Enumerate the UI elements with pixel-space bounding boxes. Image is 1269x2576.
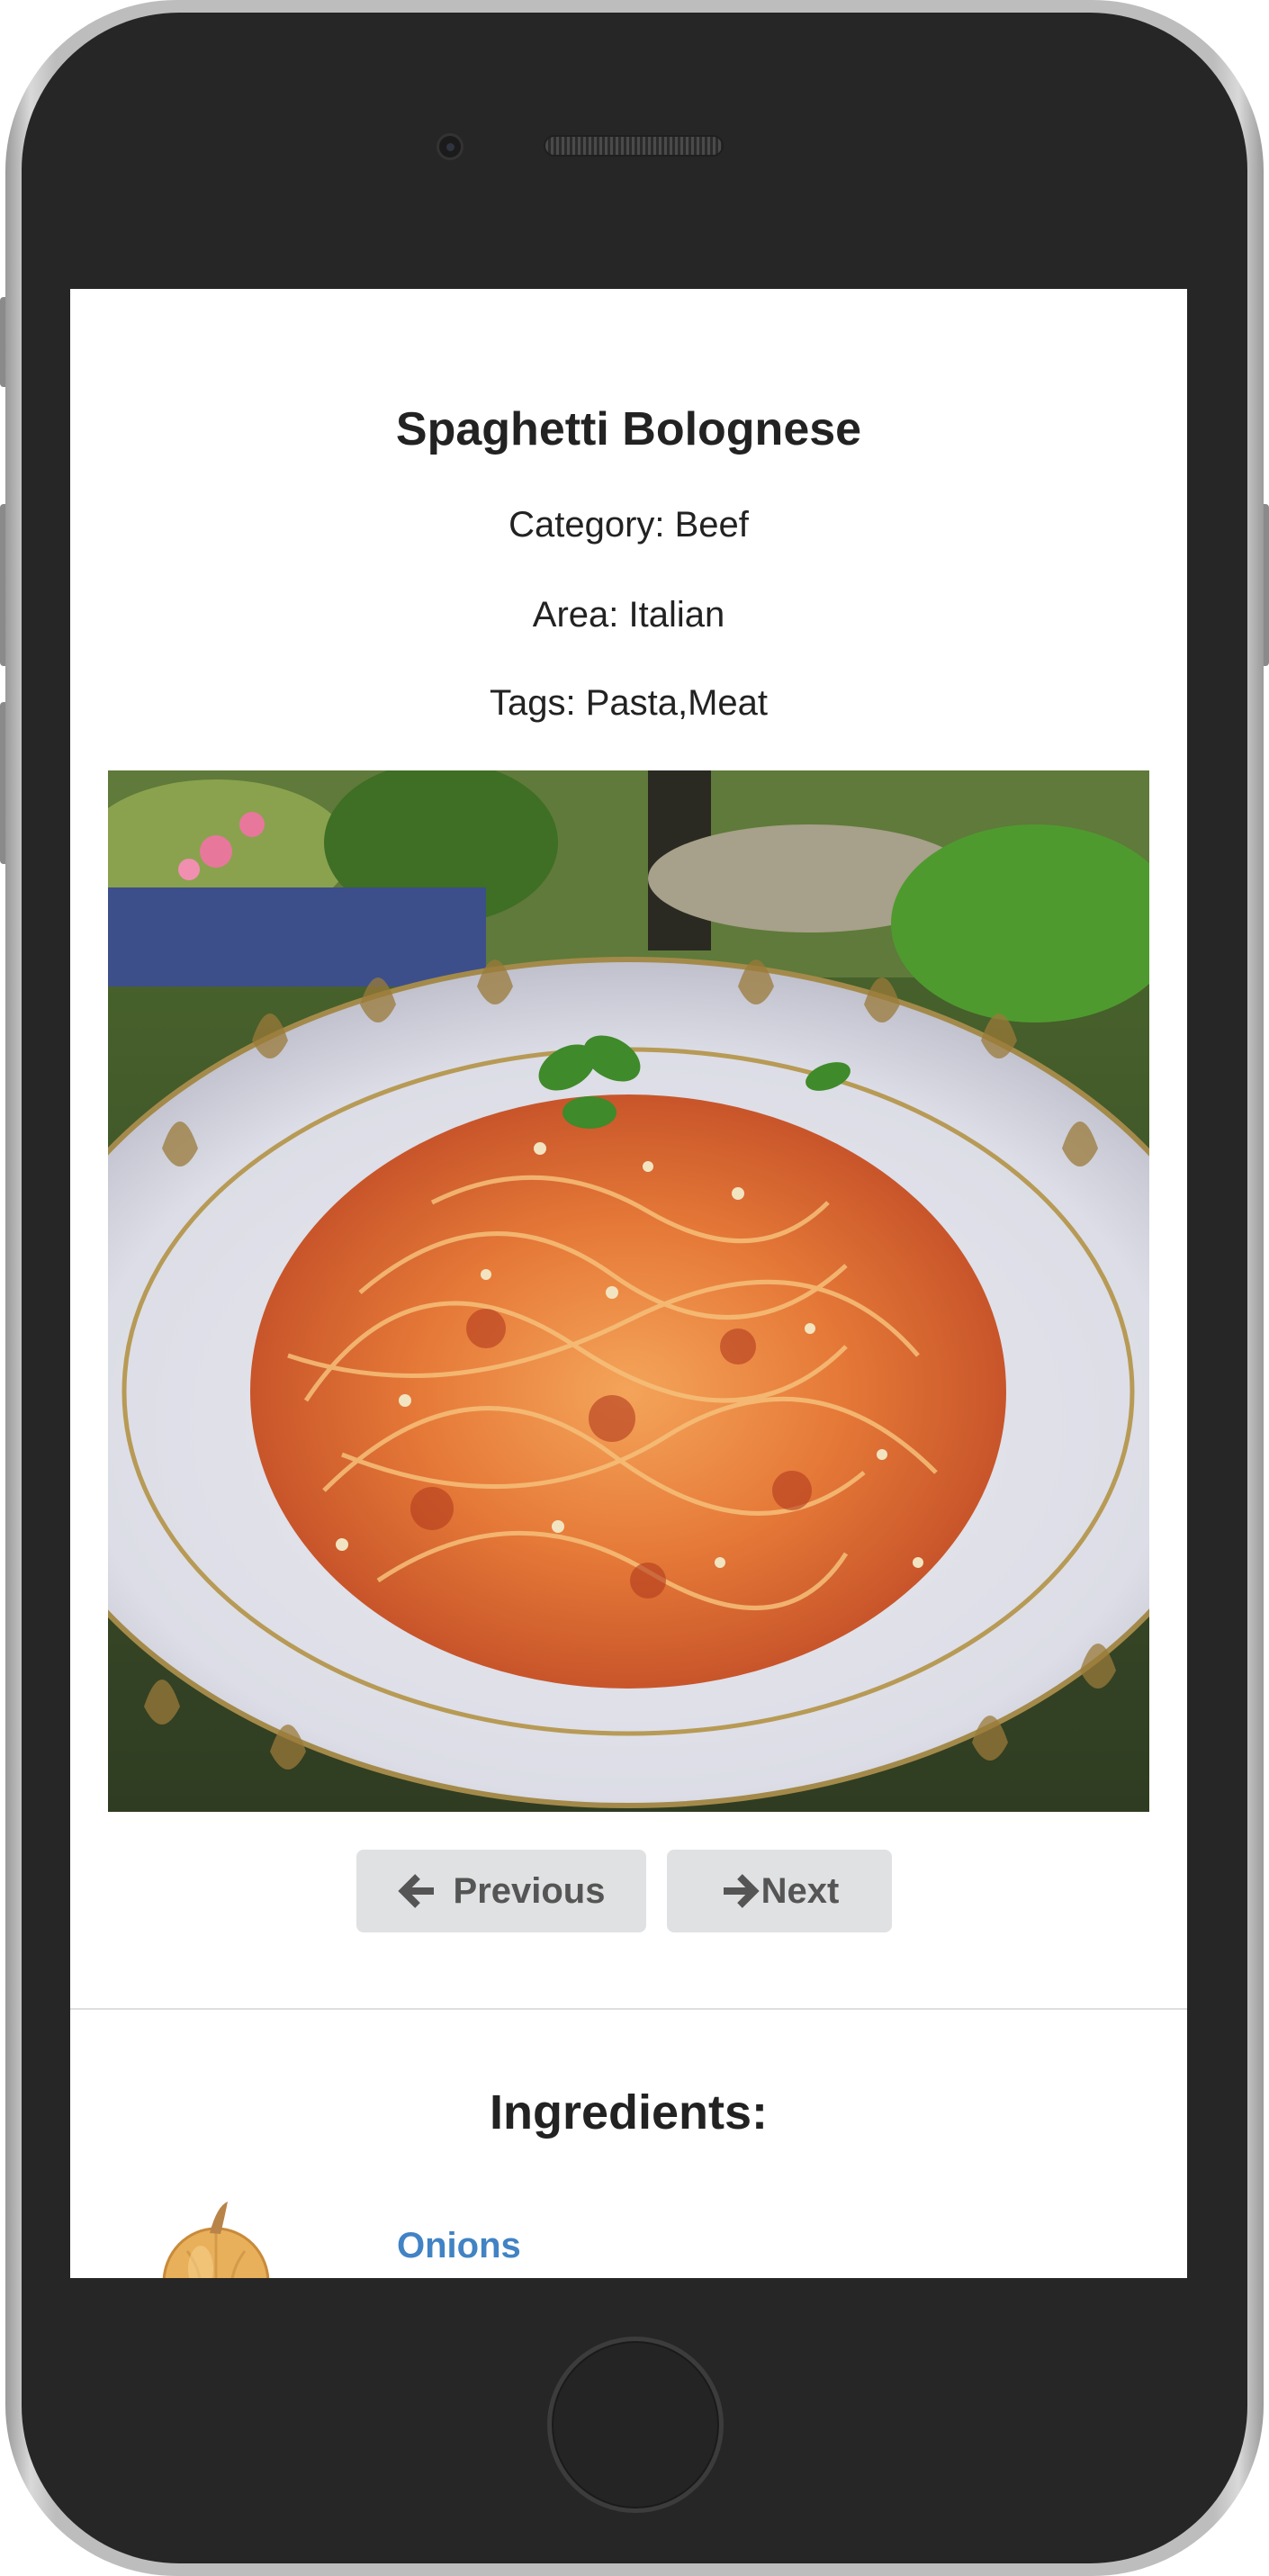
recipe-tags: Tags: Pasta,Meat [489, 683, 769, 723]
next-button[interactable]: Next [667, 1850, 892, 1932]
previous-button[interactable]: Previous [356, 1850, 646, 1932]
ingredient-item: Onions 1tsp [160, 2197, 970, 2278]
app-screen: Spaghetti Bolognese Category: Beef Area:… [70, 289, 1187, 2278]
ingredient-name-link[interactable]: Onions [397, 2226, 521, 2266]
previous-label: Previous [453, 1870, 606, 1911]
next-label: Next [760, 1870, 840, 1911]
spaghetti-photo [108, 770, 1149, 1812]
section-divider [70, 2008, 1187, 2010]
recipe-area: Area: Italian [532, 595, 725, 635]
onion-image [160, 2197, 273, 2278]
ingredient-quantity: 1tsp [397, 2274, 458, 2278]
device-stage: Spaghetti Bolognese Category: Beef Area:… [0, 0, 1269, 2576]
arrow-right-icon [720, 1873, 760, 1909]
recipe-image [108, 770, 1149, 1812]
recipe-title: Spaghetti Bolognese [395, 403, 862, 455]
home-button[interactable] [547, 2337, 724, 2513]
earpiece-speaker [544, 135, 724, 157]
front-camera [436, 133, 464, 160]
recipe-category: Category: Beef [508, 505, 749, 545]
ingredients-heading: Ingredients: [489, 2085, 769, 2139]
arrow-left-icon [397, 1873, 437, 1909]
